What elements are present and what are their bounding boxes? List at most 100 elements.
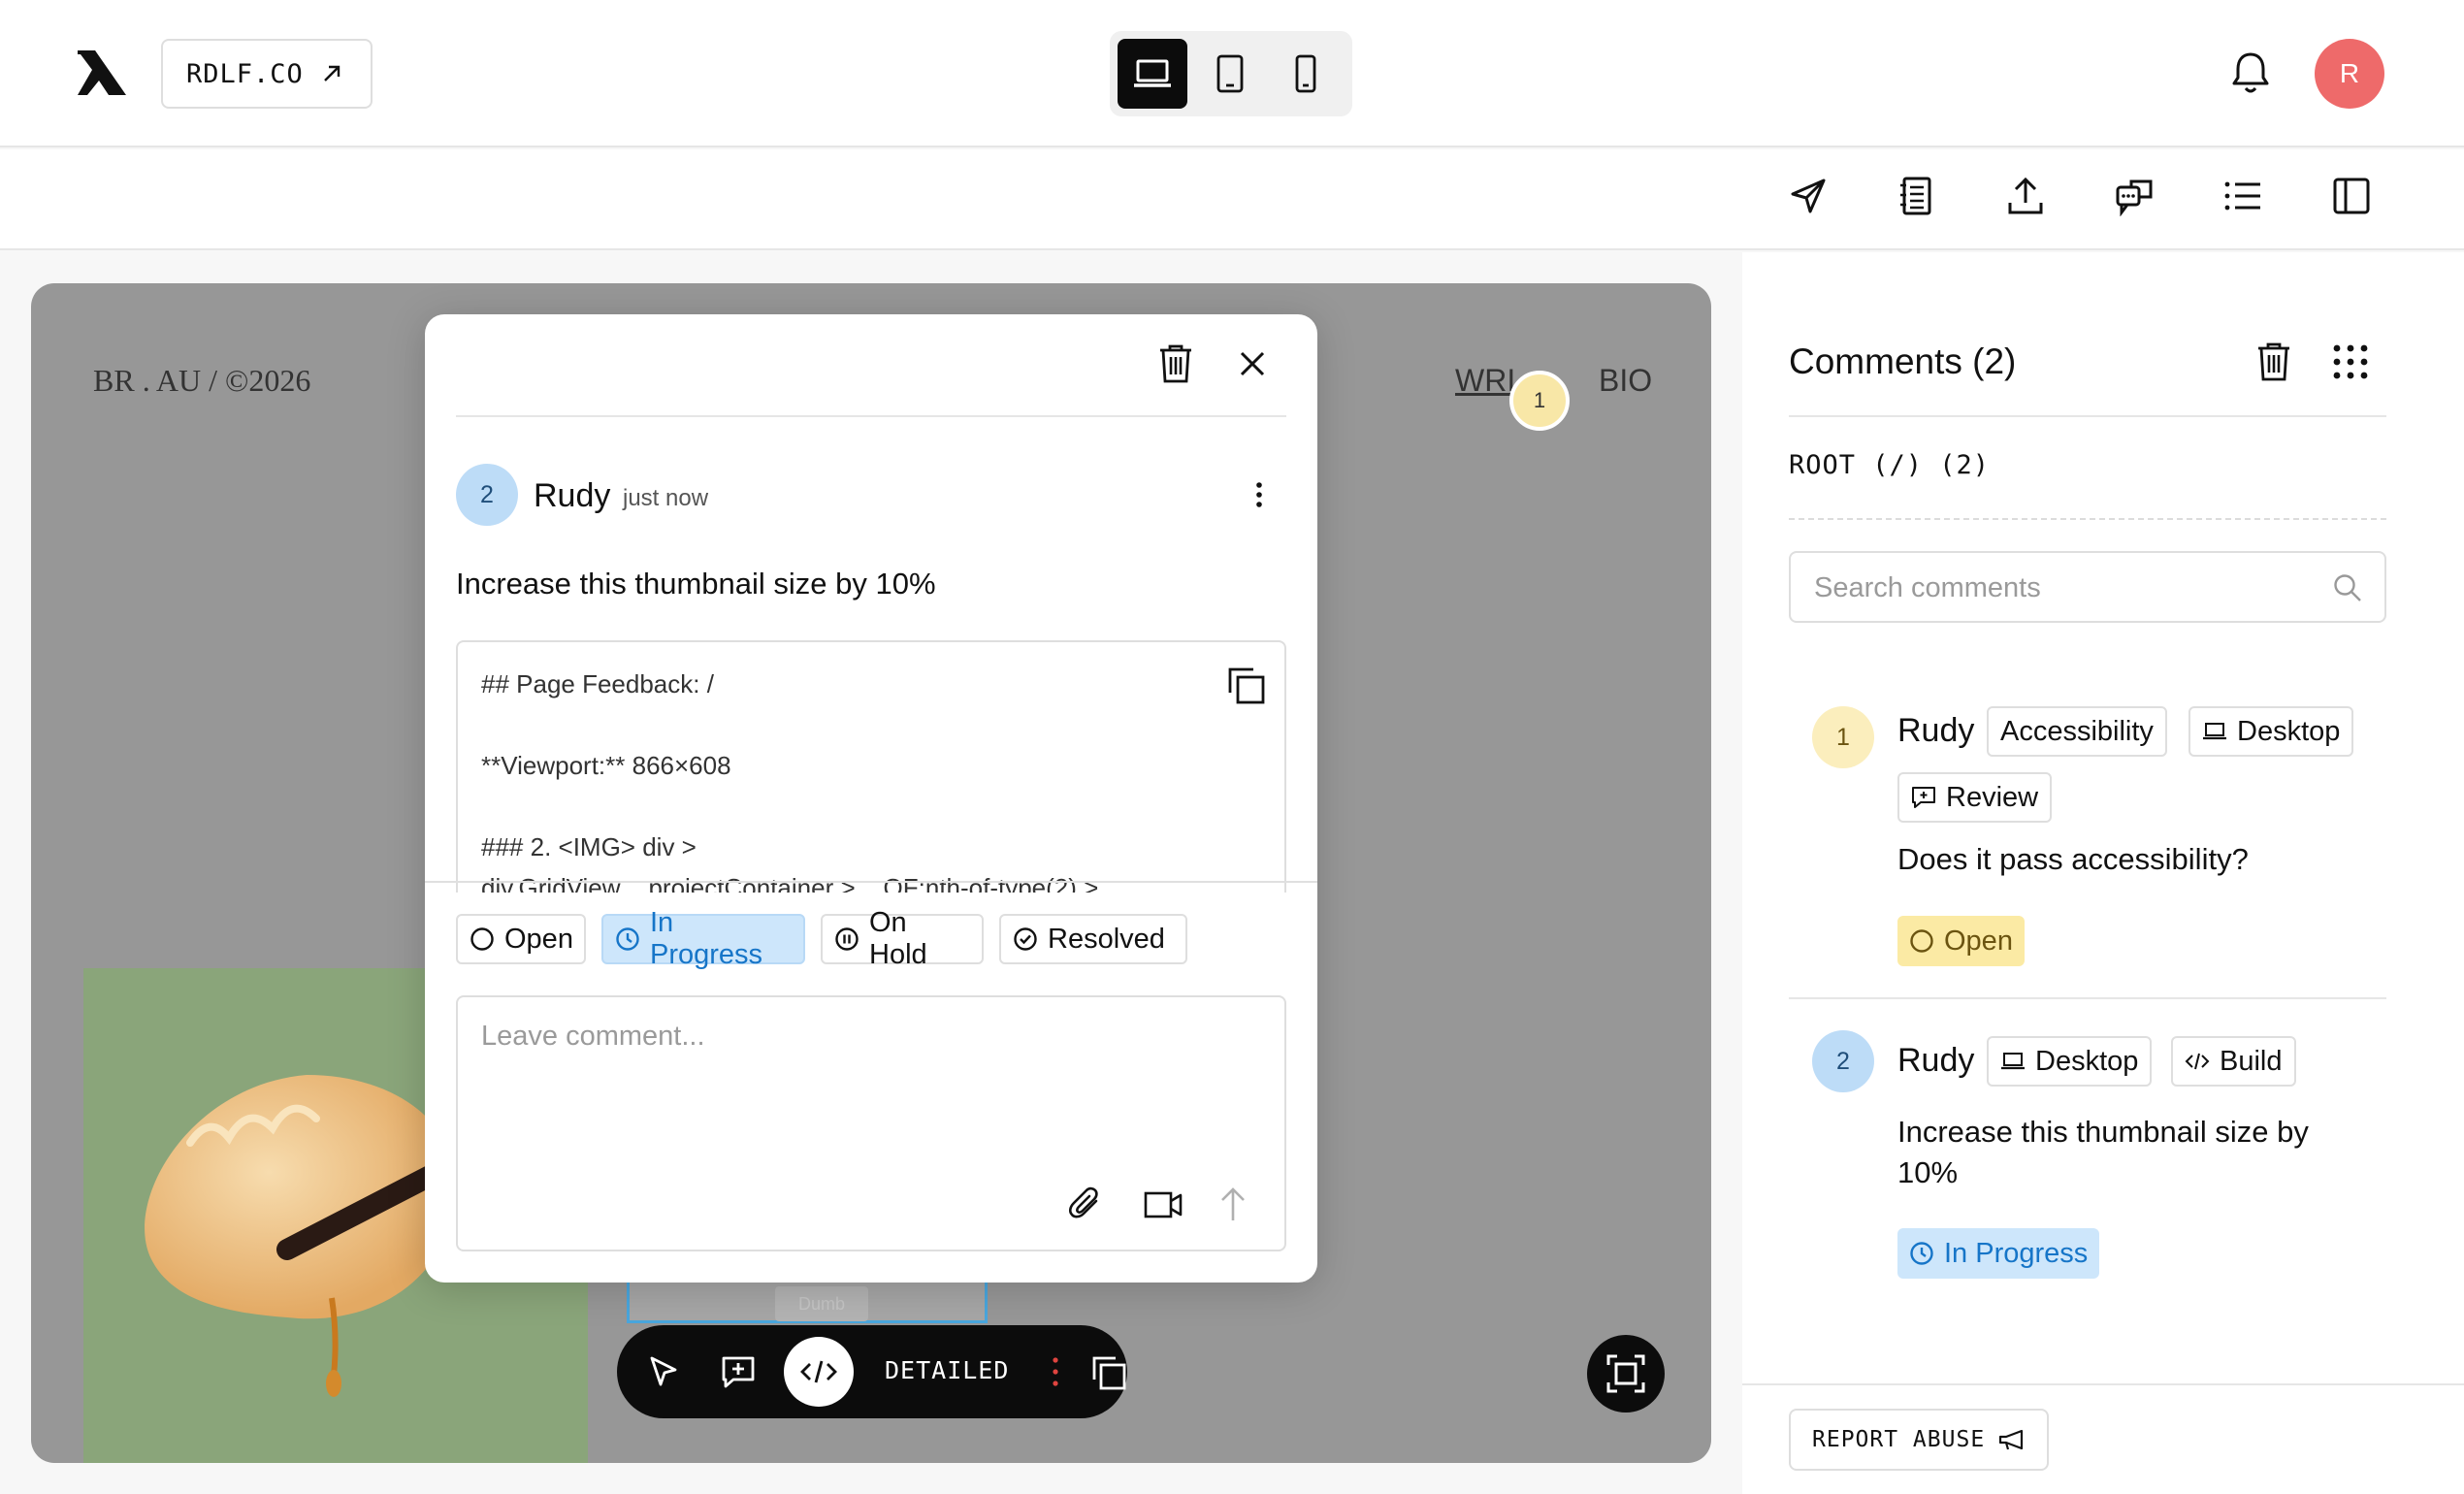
status-open-label: Open — [504, 923, 573, 955]
list-icon[interactable] — [2221, 175, 2264, 217]
copy-code-icon[interactable] — [1226, 666, 1267, 706]
site-nav-link-bio[interactable]: BIO — [1599, 363, 1652, 399]
feedback-code-block[interactable]: ## Page Feedback: / **Viewport:** 866×60… — [456, 640, 1286, 893]
code-icon — [2185, 1052, 2210, 1071]
footer-divider — [1742, 1383, 2464, 1385]
more-vertical-icon[interactable] — [1052, 1354, 1059, 1389]
circle-icon — [470, 926, 495, 952]
add-comment-icon[interactable] — [720, 1354, 757, 1389]
status-label: Open — [1944, 925, 2013, 957]
select-pointer-icon[interactable] — [646, 1354, 681, 1389]
comment-divider — [1789, 997, 2386, 999]
desktop-viewport-button[interactable] — [1118, 39, 1187, 109]
comment-text-line: 10% — [1897, 1155, 1959, 1189]
sidebar-toggle-icon[interactable] — [2330, 175, 2373, 217]
report-abuse-button[interactable]: REPORT ABUSE — [1789, 1409, 2050, 1471]
status-in-progress-button[interactable]: In Progress — [601, 907, 805, 970]
search-icon — [2332, 572, 2363, 603]
check-icon — [1013, 926, 1038, 952]
pause-icon — [834, 926, 859, 952]
comment-message: Increase this thumbnail size by 10% — [456, 567, 936, 601]
domain-label: RDLF.CO — [186, 58, 304, 89]
megaphone-icon — [1998, 1428, 2026, 1451]
laptop-icon — [2000, 1052, 2026, 1071]
code-mode-button[interactable] — [784, 1337, 854, 1407]
notes-icon[interactable] — [1896, 175, 1938, 217]
status-in-progress-pill[interactable]: In Progress — [1897, 1228, 2100, 1279]
search-input[interactable]: Search comments — [1789, 551, 2386, 623]
laptop-icon — [1133, 58, 1172, 89]
top-bar: RDLF.CO R — [0, 0, 2464, 147]
comment-pin[interactable]: 1 — [1509, 371, 1570, 431]
comment-detail-modal: 2 Rudy just now Increase this thumbnail … — [425, 314, 1317, 1283]
comment-text: Increase this thumbnail size by 10% — [1897, 1112, 2309, 1193]
domain-link-button[interactable]: RDLF.CO — [161, 39, 373, 109]
clock-icon — [615, 926, 640, 952]
copy-icon[interactable] — [1090, 1354, 1127, 1391]
code-divider — [425, 881, 1317, 883]
section-divider — [1789, 518, 2386, 520]
status-open-pill[interactable]: Open — [1897, 916, 2025, 966]
attachment-icon[interactable] — [1067, 1185, 1104, 1222]
mode-label[interactable]: DETAILED — [885, 1356, 1009, 1384]
search-placeholder: Search comments — [1814, 572, 2041, 603]
comment-time: just now — [623, 485, 709, 511]
comment-placeholder: Leave comment... — [481, 1021, 705, 1052]
tablet-icon — [1216, 54, 1245, 93]
comment-text-line: Increase this thumbnail size by — [1897, 1115, 2309, 1149]
viewport-switcher — [1110, 31, 1352, 116]
video-icon[interactable] — [1143, 1189, 1183, 1220]
mobile-viewport-button[interactable] — [1271, 39, 1341, 109]
author-name: Rudy — [534, 477, 611, 514]
site-nav-link-wri[interactable]: WRI — [1455, 363, 1515, 399]
tag-accessibility: Accessibility — [1987, 706, 2167, 757]
delete-all-icon[interactable] — [2256, 341, 2291, 382]
bell-icon[interactable] — [2229, 50, 2272, 95]
tag-label: Accessibility — [2000, 715, 2154, 747]
user-avatar[interactable]: R — [2315, 39, 2384, 109]
fullscreen-button[interactable] — [1587, 1335, 1665, 1413]
secondary-toolbar — [0, 149, 2464, 250]
tablet-viewport-button[interactable] — [1195, 39, 1265, 109]
code-line: ## Page Feedback: / — [481, 669, 714, 698]
status-on-hold-label: On Hold — [869, 907, 927, 970]
laptop-icon — [2202, 722, 2227, 741]
status-on-hold-button[interactable]: On Hold — [821, 907, 984, 970]
grid-menu-icon[interactable] — [2332, 343, 2369, 380]
delete-icon[interactable] — [1158, 343, 1193, 384]
comment-text: Does it pass accessibility? — [1897, 842, 2249, 876]
report-abuse-label: REPORT ABUSE — [1812, 1427, 1986, 1452]
send-arrow-icon[interactable] — [1218, 1185, 1248, 1222]
close-icon[interactable] — [1238, 349, 1267, 378]
status-label: In Progress — [1944, 1237, 2089, 1269]
arrow-up-right-icon — [321, 63, 342, 84]
status-resolved-label: Resolved — [1048, 923, 1165, 955]
more-options-icon[interactable] — [1255, 481, 1263, 508]
tag-desktop: Desktop — [1987, 1036, 2153, 1087]
annotation-toolbar: DETAILED — [617, 1325, 1127, 1418]
review-icon — [1911, 786, 1936, 809]
code-line: **Viewport:** 866×608 — [481, 751, 731, 780]
status-in-progress-label: In Progress — [650, 907, 763, 970]
phone-icon — [1294, 54, 1317, 93]
logo-icon[interactable] — [76, 49, 128, 97]
section-label[interactable]: ROOT (/) (2) — [1789, 450, 1990, 480]
author-number-badge: 2 — [456, 464, 518, 526]
tag-label: Desktop — [2237, 715, 2341, 747]
comment-number-badge: 2 — [1812, 1030, 1874, 1092]
send-icon[interactable] — [1787, 175, 1830, 217]
tag-label: Build — [2220, 1045, 2283, 1077]
comment-input[interactable]: Leave comment... — [456, 995, 1286, 1251]
sidebar-title: Comments (2) — [1789, 341, 2017, 381]
code-line: ### 2. <IMG> div > — [481, 832, 697, 861]
comment-author: Rudy — [1897, 1042, 1975, 1079]
comments-icon[interactable] — [2113, 175, 2156, 217]
title-divider — [1789, 415, 2386, 417]
hover-label: Dumb — [775, 1286, 868, 1321]
status-open-button[interactable]: Open — [456, 914, 586, 964]
upload-icon[interactable] — [2004, 175, 2047, 217]
status-resolved-button[interactable]: Resolved — [999, 914, 1187, 964]
code-icon — [799, 1358, 838, 1385]
avatar-initial: R — [2339, 58, 2360, 88]
